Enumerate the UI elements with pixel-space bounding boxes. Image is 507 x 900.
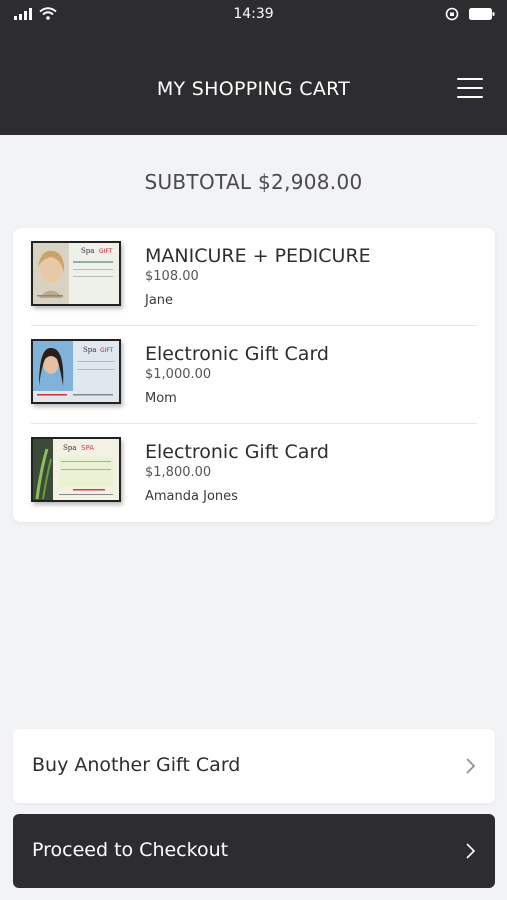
hamburger-menu-icon[interactable] [457, 78, 483, 100]
checkout-label: Proceed to Checkout [32, 839, 229, 861]
status-bar: 14:39 [0, 0, 507, 30]
item-recipient: Mom [145, 391, 177, 406]
cart-item[interactable]: Spa GIFT MANICURE + PEDICURE $108.00 Jan… [31, 228, 477, 326]
gift-card-thumbnail-spa-image: Spa SPA [33, 439, 119, 500]
battery-icon [469, 8, 495, 20]
item-name: MANICURE + PEDICURE [145, 245, 371, 267]
top-bar: 14:39 MY SHOPPING CART [0, 0, 507, 135]
proceed-to-checkout-button[interactable]: Proceed to Checkout [13, 814, 495, 888]
gift-card-thumbnail: Spa SPA [31, 437, 121, 502]
gift-card-thumbnail: Spa GIFT [31, 241, 121, 306]
svg-text:Spa: Spa [83, 346, 96, 354]
status-right [445, 7, 495, 21]
chevron-right-icon [466, 843, 476, 859]
item-recipient: Jane [145, 293, 174, 308]
buy-another-label: Buy Another Gift Card [32, 754, 241, 776]
cart-items-card: Spa GIFT MANICURE + PEDICURE $108.00 Jan… [13, 228, 495, 522]
buy-another-gift-card-button[interactable]: Buy Another Gift Card [13, 729, 495, 803]
svg-text:SPA: SPA [81, 444, 94, 452]
rotation-lock-icon [445, 7, 459, 21]
svg-text:Spa: Spa [63, 444, 76, 452]
subtotal: SUBTOTAL $2,908.00 [144, 170, 363, 194]
status-time: 14:39 [233, 6, 274, 22]
svg-text:GIFT: GIFT [99, 248, 113, 255]
gift-card-thumbnail-dark-hair-image: Spa GIFT [33, 341, 119, 402]
item-name: Electronic Gift Card [145, 441, 329, 463]
page-title: MY SHOPPING CART [156, 78, 351, 100]
gift-card-thumbnail-woman-image: Spa GIFT [33, 243, 119, 304]
item-name: Electronic Gift Card [145, 343, 329, 365]
gift-card-thumbnail: Spa GIFT [31, 339, 121, 404]
chevron-right-icon [466, 758, 476, 774]
svg-text:GIFT: GIFT [100, 347, 114, 354]
svg-text:Spa: Spa [81, 247, 94, 255]
item-price: $1,000.00 [145, 367, 212, 382]
item-recipient: Amanda Jones [145, 489, 238, 504]
item-price: $108.00 [145, 269, 199, 284]
cart-item[interactable]: Spa SPA Electronic Gift Card $1,800.00 A… [31, 424, 477, 522]
cart-item[interactable]: Spa GIFT Electronic Gift Card $1,000.00 … [31, 326, 477, 424]
item-price: $1,800.00 [145, 465, 212, 480]
